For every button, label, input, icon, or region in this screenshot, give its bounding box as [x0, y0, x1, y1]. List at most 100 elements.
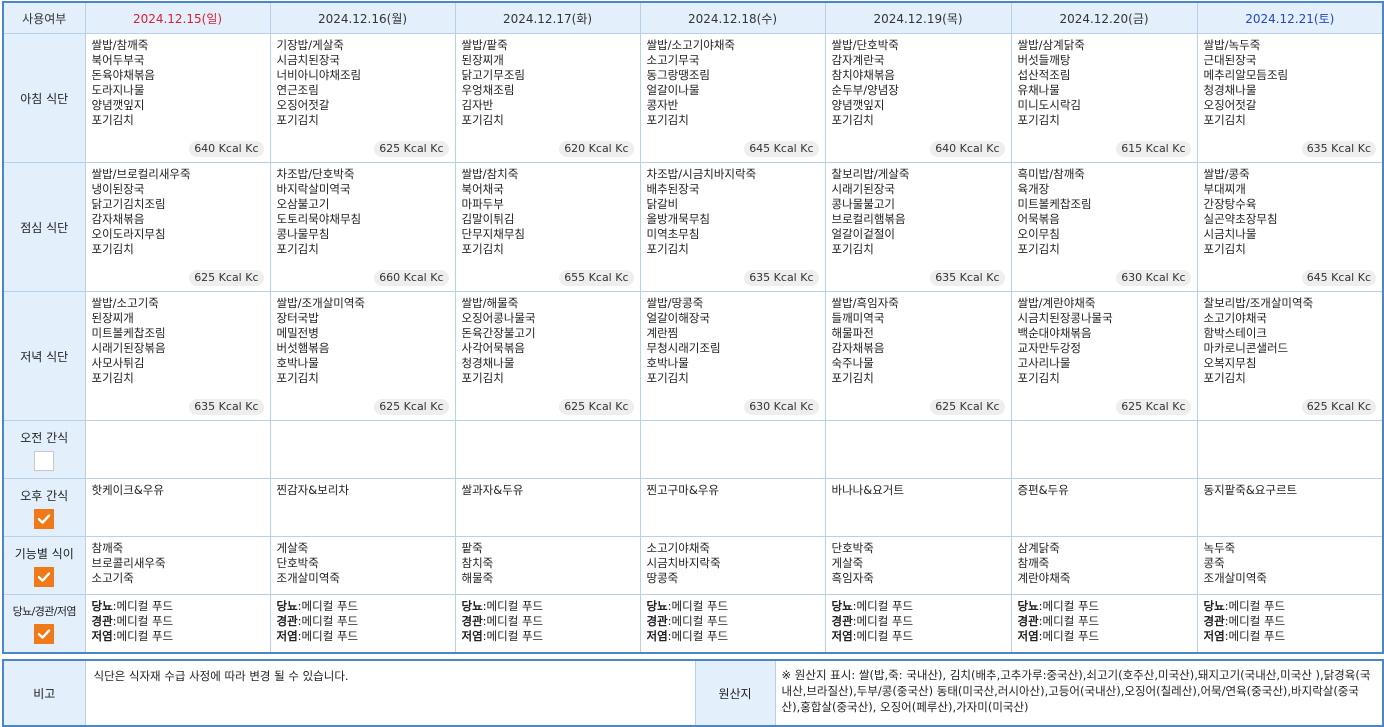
use-checkbox[interactable] [34, 450, 55, 471]
menu-item: 단무지채무침 [461, 227, 525, 241]
diet-key: 저염 [831, 629, 853, 643]
menu-item: 북어두부국 [91, 53, 145, 67]
menu-item: 쌀밥/해물죽 [461, 296, 519, 310]
menu-cell: 쌀밥/삼계닭죽 버섯들깨탕 섭산적조림 유채나물 미니도시락김 포기김치 615 Kcal … [1010, 33, 1198, 163]
menu-item: 오징어젓갈 [1203, 98, 1257, 112]
menu-item: 마카로니콘샐러드 [1203, 341, 1289, 355]
menu-item: 브로컬리햄볶음 [831, 212, 906, 226]
menu-item: 쌀밥/참깨죽 [91, 38, 149, 52]
menu-item: 닭고기김치조림 [91, 197, 166, 211]
menu-item: 들깨미역국 [831, 311, 885, 325]
menu-cell: 삼계닭죽 참깨죽 계란야채죽 [1010, 536, 1198, 595]
diet-key: 저염 [1017, 629, 1039, 643]
diet-key: 당뇨 [276, 599, 298, 613]
menu-item: 시금치된장국 [276, 53, 340, 67]
day-header: 2024.12.18(수) [639, 1, 826, 34]
diet-value: :메디컬 푸드 [297, 599, 359, 613]
diet-line: 저염:메디컬 푸드 [647, 629, 820, 644]
row-label-pm_snack: 오후 간식 [2, 478, 86, 537]
menu-item: 사각어묵볶음 [461, 341, 525, 355]
diet-value: :메디컬 푸드 [482, 629, 544, 643]
menu-item: 쌀밥/콩죽 [1203, 167, 1250, 181]
menu-item: 오징어젓갈 [276, 98, 330, 112]
diet-value: :메디컬 푸드 [1038, 614, 1100, 628]
menu-item: 근대된장국 [1203, 53, 1257, 67]
menu-item: 유채나물 [1017, 83, 1060, 97]
menu-item: 소고기야채국 [1203, 311, 1267, 325]
menu-cell: 당뇨:메디컬 푸드 경관:메디컬 푸드 저염:메디컬 푸드 [639, 594, 826, 654]
use-checkbox[interactable] [34, 508, 55, 529]
kcal-badge: 625 Kcal Kc [559, 399, 634, 415]
menu-cell: 단호박죽 게살죽 흑임자죽 [824, 536, 1012, 595]
menu-item: 양념깻잎지 [91, 98, 145, 112]
row-label-text: 저녁 식단 [20, 349, 69, 364]
menu-item: 포기김치 [91, 371, 134, 385]
use-checkbox[interactable] [34, 566, 55, 587]
menu-cell: 쌀밥/조개살미역죽 장터국밥 메밀전병 버섯햄볶음 호박나물 포기김치 625 Kcal K… [269, 291, 456, 421]
menu-cell: 당뇨:메디컬 푸드 경관:메디컬 푸드 저염:메디컬 푸드 [454, 594, 641, 654]
menu-item: 어묵볶음 [1017, 212, 1060, 226]
menu-item: 교자만두강정 [1017, 341, 1081, 355]
menu-item: 오이무침 [1017, 227, 1060, 241]
diet-value: :메디컬 푸드 [1224, 599, 1286, 613]
menu-item: 참치죽 [461, 556, 494, 570]
menu-item: 시래기된장볶음 [91, 341, 166, 355]
meal-row-breakfast: 아침 식단 쌀밥/참깨죽 북어두부국 돈육야채볶음 도라지나물 양념깻잎지 포기김치 640 … [2, 33, 1384, 163]
diet-line: 경관:메디컬 푸드 [647, 614, 820, 629]
menu-cell: 쌀밥/흑임자죽 들깨미역국 해물파전 감자채볶음 숙주나물 포기김치 625 Kcal Kc [824, 291, 1012, 421]
diet-key: 당뇨 [646, 599, 668, 613]
menu-cell: 쌀밥/단호박죽 감자계란국 참치야채볶음 순두부/양념장 양념깻잎지 포기김치 640 Kc… [824, 33, 1012, 163]
menu-cell: 핫케이크&우유 [84, 478, 271, 537]
menu-cell: 차조밥/시금치바지락죽 배추된장국 닭갈비 올방개묵무침 미역초무침 포기김치 635 Kc… [639, 162, 826, 292]
menu-item: 녹두죽 [1203, 541, 1236, 555]
menu-item: 북어채국 [461, 182, 504, 196]
menu-item: 참치야채볶음 [831, 68, 895, 82]
check-icon [37, 570, 51, 584]
diet-key: 경관 [646, 614, 668, 628]
menu-item: 부대찌개 [1203, 182, 1246, 196]
menu-cell: 당뇨:메디컬 푸드 경관:메디컬 푸드 저염:메디컬 푸드 [1196, 594, 1384, 654]
menu-item: 연근조림 [276, 83, 319, 97]
menu-item: 닭고기무조림 [461, 68, 525, 82]
menu-item: 팥죽 [461, 541, 483, 555]
menu-cell [84, 420, 271, 479]
menu-item: 쌀밥/참치죽 [461, 167, 519, 181]
kcal-badge: 640 Kcal Kc [189, 141, 264, 157]
menu-item: 쌀밥/팥죽 [461, 38, 508, 52]
menu-cell: 당뇨:메디컬 푸드 경관:메디컬 푸드 저염:메디컬 푸드 [84, 594, 271, 654]
menu-item: 포기김치 [1017, 242, 1060, 256]
menu-item: 콩나물불고기 [831, 197, 895, 211]
menu-item: 돈육야채볶음 [91, 68, 155, 82]
menu-cell: 쌀밥/해물죽 오징어콩나물국 돈육간장불고기 사각어묵볶음 청경채나물 포기김치 625 K… [454, 291, 641, 421]
menu-item: 쌀밥/녹두죽 [1203, 38, 1261, 52]
menu-item: 게살죽 [276, 541, 309, 555]
menu-item: 쌀밥/조개살미역죽 [276, 296, 366, 310]
menu-cell [454, 420, 641, 479]
menu-item: 미트볼케찹조림 [1017, 197, 1092, 211]
check-icon [37, 512, 51, 526]
diet-value: :메디컬 푸드 [482, 614, 544, 628]
menu-item: 바나나&요거트 [831, 483, 904, 497]
menu-item: 순두부/양념장 [831, 83, 899, 97]
menu-item: 포기김치 [276, 242, 319, 256]
menu-item: 오이도라지무침 [91, 227, 166, 241]
diet-value: :메디컬 푸드 [667, 614, 729, 628]
diet-key: 경관 [276, 614, 298, 628]
menu-cell: 쌀밥/콩죽 부대찌개 간장탕수육 실곤약초장무침 시금치나물 포기김치 645 Kcal K… [1196, 162, 1384, 292]
menu-item: 포기김치 [461, 242, 504, 256]
menu-item: 오삼불고기 [276, 197, 330, 211]
diet-key: 경관 [1203, 614, 1225, 628]
diet-key: 당뇨 [91, 599, 113, 613]
menu-item: 차조밥/단호박죽 [276, 167, 355, 181]
kcal-badge: 655 Kcal Kc [559, 270, 634, 286]
menu-item: 쌀밥/땅콩죽 [646, 296, 704, 310]
diet-line: 경관:메디컬 푸드 [277, 614, 450, 629]
menu-item: 오복지무침 [1203, 356, 1257, 370]
diet-key: 경관 [831, 614, 853, 628]
menu-item: 찰보리밥/조개살미역죽 [1203, 296, 1314, 310]
menu-item: 양념깻잎지 [831, 98, 885, 112]
menu-item: 단호박죽 [831, 541, 874, 555]
header-row: 사용여부 2024.12.15(일) 2024.12.16(월) 2024.12.1… [2, 1, 1384, 34]
menu-item: 감자채볶음 [91, 212, 145, 226]
use-checkbox[interactable] [34, 624, 55, 644]
